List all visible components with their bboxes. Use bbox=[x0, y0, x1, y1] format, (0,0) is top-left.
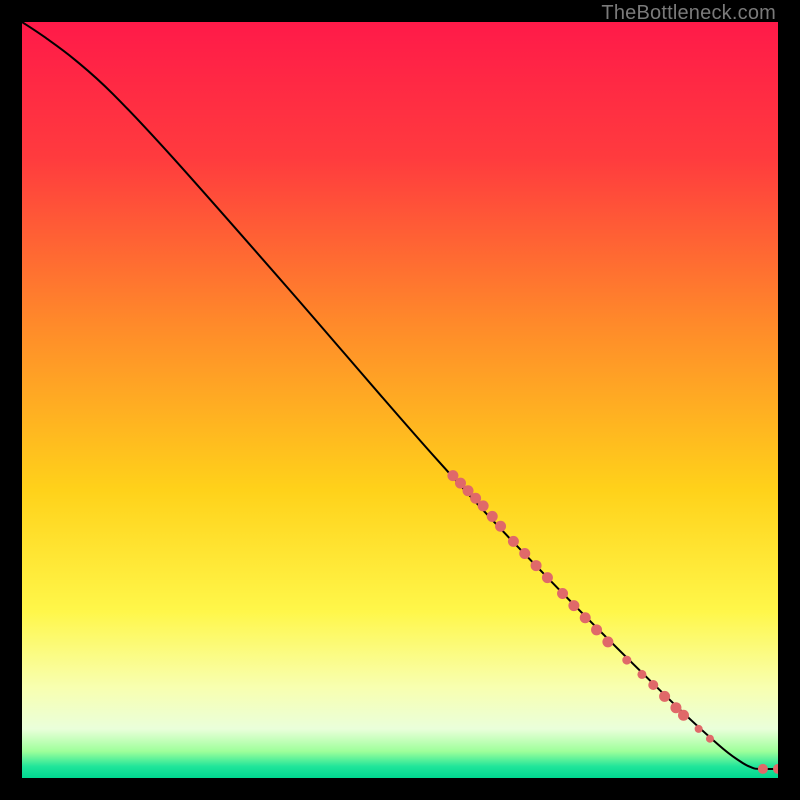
data-point bbox=[695, 725, 703, 733]
data-point bbox=[542, 572, 553, 583]
data-point bbox=[648, 680, 658, 690]
data-point bbox=[637, 670, 646, 679]
data-point bbox=[519, 548, 530, 559]
data-point bbox=[758, 764, 768, 774]
data-point bbox=[622, 656, 631, 665]
data-point bbox=[487, 511, 498, 522]
data-point bbox=[591, 624, 602, 635]
data-point bbox=[508, 536, 519, 547]
data-point bbox=[531, 560, 542, 571]
data-point bbox=[602, 636, 613, 647]
data-point bbox=[478, 500, 489, 511]
data-point bbox=[580, 612, 591, 623]
data-point bbox=[706, 735, 714, 743]
data-point bbox=[495, 521, 506, 532]
data-point bbox=[568, 600, 579, 611]
data-point bbox=[678, 710, 689, 721]
chart-background bbox=[22, 22, 778, 778]
chart-svg bbox=[22, 22, 778, 778]
data-point bbox=[659, 691, 670, 702]
chart-frame bbox=[22, 22, 778, 778]
data-point bbox=[557, 588, 568, 599]
